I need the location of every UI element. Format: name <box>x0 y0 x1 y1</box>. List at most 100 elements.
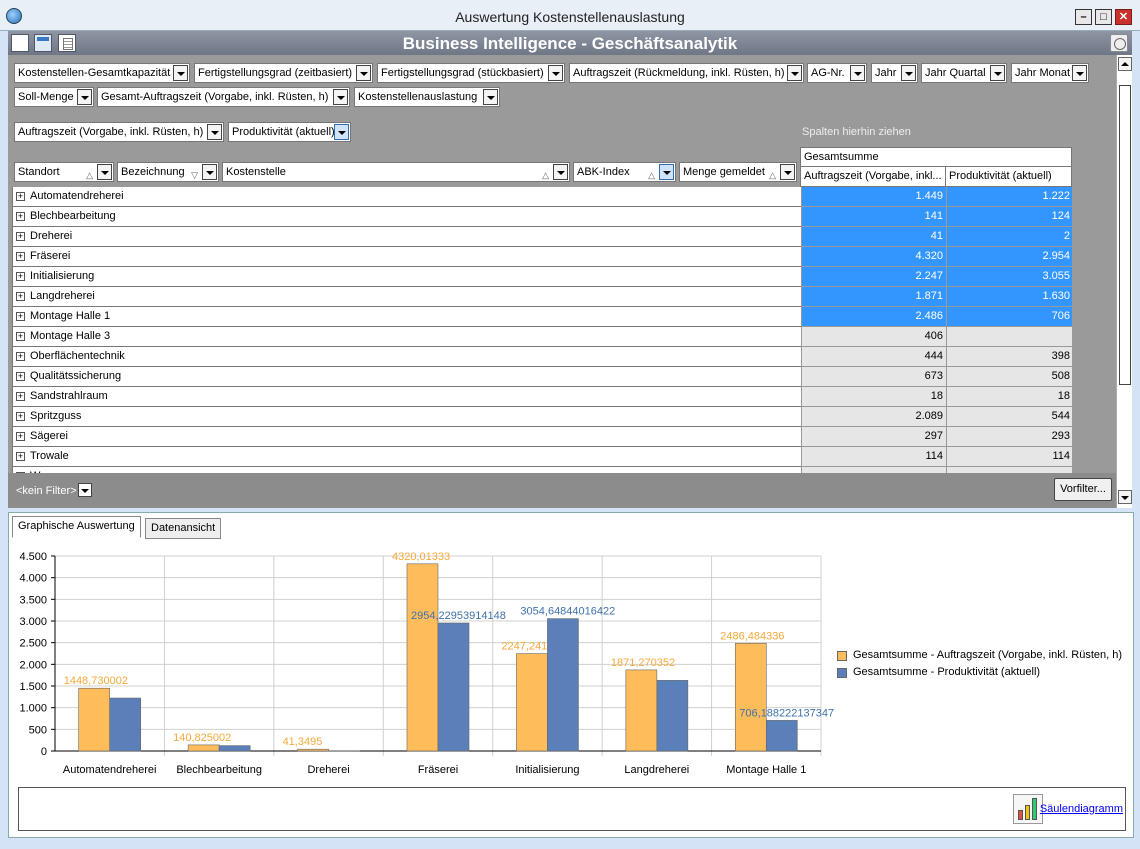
sort-icon[interactable]: ▽ <box>191 166 198 181</box>
cell-auftragszeit[interactable]: 4.320 <box>801 247 946 267</box>
cell-auftragszeit[interactable]: 2.486 <box>801 307 946 327</box>
minimize-button[interactable]: – <box>1075 9 1092 25</box>
dropdown-arrow-icon[interactable] <box>787 65 802 81</box>
column-chart-icon[interactable] <box>1013 794 1043 824</box>
row-field-kostenstelle[interactable]: Kostenstelle △ <box>222 162 570 182</box>
maximize-button[interactable]: □ <box>1095 9 1112 25</box>
row-label[interactable]: + Spritzguss <box>12 407 801 427</box>
dropdown-arrow-icon[interactable] <box>780 164 795 180</box>
expand-icon[interactable]: + <box>16 292 25 301</box>
table-row[interactable]: + Fräserei 4.320 2.954 <box>12 247 1072 267</box>
cell-produktivitaet[interactable]: 2 <box>946 227 1072 247</box>
cell-auftragszeit[interactable]: 2.089 <box>801 407 946 427</box>
cell-auftragszeit[interactable]: 406 <box>801 327 946 347</box>
value-header[interactable]: Produktivität (aktuell) <box>945 166 1072 187</box>
filter-field-chip[interactable]: AG-Nr. <box>807 63 867 83</box>
expand-icon[interactable]: + <box>16 432 25 441</box>
dropdown-arrow-icon[interactable] <box>356 65 371 81</box>
filter-field-chip[interactable]: Jahr <box>871 63 918 83</box>
cell-produktivitaet[interactable]: 124 <box>946 207 1072 227</box>
table-row[interactable]: + Dreherei 41 2 <box>12 227 1072 247</box>
expand-icon[interactable]: + <box>16 232 25 241</box>
row-field-abk-index[interactable]: ABK-Index △ <box>573 162 676 182</box>
table-row[interactable]: + Montage Halle 3 406 <box>12 327 1072 347</box>
filter-field-chip[interactable]: Auftragszeit (Rückmeldung, inkl. Rüsten,… <box>569 63 804 83</box>
table-row[interactable]: + Qualitätssicherung 673 508 <box>12 367 1072 387</box>
dropdown-arrow-icon[interactable] <box>202 164 217 180</box>
cell-produktivitaet[interactable]: 1.630 <box>946 287 1072 307</box>
dropdown-arrow-icon[interactable] <box>659 164 674 180</box>
table-row[interactable]: + Initialisierung 2.247 3.055 <box>12 267 1072 287</box>
dropdown-arrow-icon[interactable] <box>990 65 1005 81</box>
filter-field-chip[interactable]: Kostenstellenauslastung <box>354 87 500 107</box>
dropdown-arrow-icon[interactable] <box>334 124 349 140</box>
row-field-menge-gemeldet[interactable]: Menge gemeldet △ <box>679 162 797 182</box>
row-field-bezeichnung[interactable]: Bezeichnung ▽ <box>117 162 219 182</box>
expand-icon[interactable]: + <box>16 312 25 321</box>
table-row[interactable]: + Trowale 114 114 <box>12 447 1072 467</box>
cell-auftragszeit[interactable]: 41 <box>801 227 946 247</box>
row-label[interactable]: + Initialisierung <box>12 267 801 287</box>
dropdown-arrow-icon[interactable] <box>207 124 222 140</box>
row-field-standort[interactable]: Standort △ <box>14 162 114 182</box>
dropdown-arrow-icon[interactable] <box>77 89 92 105</box>
cell-auftragszeit[interactable]: 297 <box>801 427 946 447</box>
cell-produktivitaet[interactable]: 1.222 <box>946 187 1072 207</box>
filter-field-chip[interactable]: Fertigstellungsgrad (zeitbasiert) <box>194 63 373 83</box>
cell-auftragszeit[interactable]: 444 <box>801 347 946 367</box>
scroll-thumb[interactable] <box>1119 85 1131 385</box>
cell-auftragszeit[interactable]: 141 <box>801 207 946 227</box>
scroll-down-icon[interactable] <box>1118 490 1132 504</box>
vertical-scrollbar[interactable] <box>1116 55 1132 508</box>
dropdown-arrow-icon[interactable] <box>1072 65 1087 81</box>
cell-auftragszeit[interactable]: 1.449 <box>801 187 946 207</box>
row-label[interactable]: + Sandstrahlraum <box>12 387 801 407</box>
dropdown-arrow-icon[interactable] <box>483 89 498 105</box>
table-row[interactable]: + Automatendreherei 1.449 1.222 <box>12 187 1072 207</box>
row-label[interactable]: + Blechbearbeitung <box>12 207 801 227</box>
filter-field-chip[interactable]: Kostenstellen-Gesamtkapazität <box>14 63 190 83</box>
filter-field-chip[interactable]: Jahr Monat <box>1011 63 1089 83</box>
row-label[interactable]: + Fräserei <box>12 247 801 267</box>
table-row[interactable]: + Langdreherei 1.871 1.630 <box>12 287 1072 307</box>
tab-datenansicht[interactable]: Datenansicht <box>145 518 222 539</box>
expand-icon[interactable]: + <box>16 212 25 221</box>
table-row[interactable]: + Sägerei 297 293 <box>12 427 1072 447</box>
expand-icon[interactable]: + <box>16 192 25 201</box>
table-row[interactable]: + Sandstrahlraum 18 18 <box>12 387 1072 407</box>
table-row[interactable]: + Blechbearbeitung 141 124 <box>12 207 1072 227</box>
close-button[interactable]: ✕ <box>1115 9 1132 25</box>
value-header[interactable]: Auftragszeit (Vorgabe, inkl... <box>800 166 946 187</box>
expand-icon[interactable]: + <box>16 332 25 341</box>
cell-produktivitaet[interactable]: 18 <box>946 387 1072 407</box>
table-row[interactable]: + Oberflächentechnik 444 398 <box>12 347 1072 367</box>
filter-field-chip[interactable]: Jahr Quartal <box>921 63 1007 83</box>
dropdown-arrow-icon[interactable] <box>850 65 865 81</box>
cell-auftragszeit[interactable]: 18 <box>801 387 946 407</box>
expand-icon[interactable]: + <box>16 452 25 461</box>
expand-icon[interactable]: + <box>16 252 25 261</box>
cell-produktivitaet[interactable]: 3.055 <box>946 267 1072 287</box>
sort-icon[interactable]: △ <box>769 166 776 181</box>
dropdown-arrow-icon[interactable] <box>901 65 916 81</box>
row-label[interactable]: + Montage Halle 1 <box>12 307 801 327</box>
sort-icon[interactable]: △ <box>86 166 93 181</box>
chart-type-link[interactable]: Säulendiagramm <box>1040 803 1123 815</box>
expand-icon[interactable]: + <box>16 372 25 381</box>
row-label[interactable]: + Langdreherei <box>12 287 801 307</box>
scroll-up-icon[interactable] <box>1118 57 1132 71</box>
data-field-chip[interactable]: Auftragszeit (Vorgabe, inkl. Rüsten, h) <box>14 122 224 142</box>
cell-auftragszeit[interactable]: 114 <box>801 447 946 467</box>
row-label[interactable]: + Oberflächentechnik <box>12 347 801 367</box>
dropdown-arrow-icon[interactable] <box>548 65 563 81</box>
cell-auftragszeit[interactable]: 673 <box>801 367 946 387</box>
filter-field-chip[interactable]: Fertigstellungsgrad (stückbasiert) <box>377 63 565 83</box>
cell-auftragszeit[interactable]: 2.247 <box>801 267 946 287</box>
expand-icon[interactable]: + <box>16 412 25 421</box>
dropdown-arrow-icon[interactable] <box>333 89 348 105</box>
clock-icon[interactable] <box>1110 34 1128 52</box>
filter-dropdown-icon[interactable] <box>78 483 92 497</box>
expand-icon[interactable]: + <box>16 272 25 281</box>
expand-icon[interactable]: + <box>16 352 25 361</box>
data-field-chip[interactable]: Produktivität (aktuell) <box>228 122 351 142</box>
